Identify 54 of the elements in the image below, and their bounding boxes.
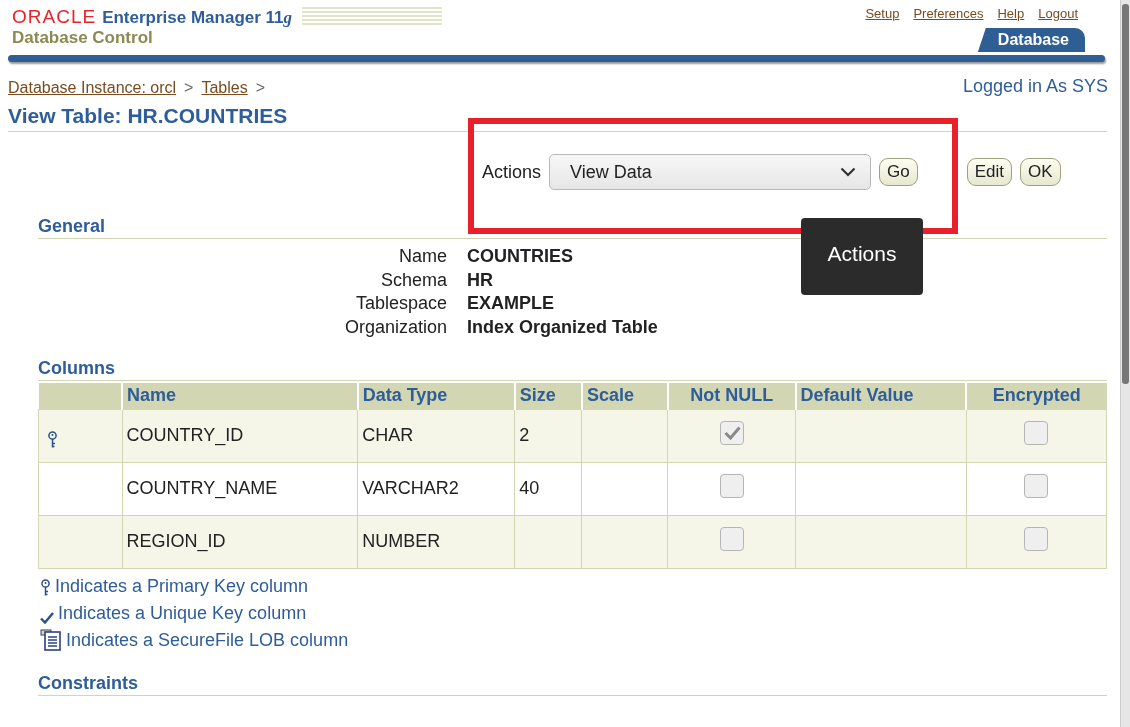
chevron-down-icon [840, 167, 857, 177]
column-header: Default Value [795, 382, 967, 410]
property-label: Tablespace [355, 292, 447, 316]
header-link[interactable]: Setup [865, 6, 900, 21]
scrollbar[interactable] [1120, 0, 1130, 727]
product-name: Enterprise Manager 11g [102, 8, 293, 28]
tab[interactable]: Database [977, 28, 1085, 52]
breadcrumb-link[interactable]: Database Instance: orcl [8, 79, 177, 97]
column-header: Not NULL [667, 382, 796, 410]
key-icon [47, 431, 58, 450]
table-cell: NUMBER [357, 515, 515, 569]
header-link[interactable]: Help [997, 6, 1025, 21]
table-cell: 2 [514, 409, 582, 463]
legend-text: Indicates a Unique Key column [58, 601, 307, 624]
breadcrumb-separator: > [255, 79, 266, 97]
tooltip: Actions [801, 218, 923, 295]
section-heading: Columns [38, 357, 1107, 381]
table-cell: COUNTRY_ID [122, 409, 358, 463]
property-label: Name [399, 245, 447, 268]
go-button[interactable]: Go [879, 158, 918, 186]
property-label: Organization [344, 316, 447, 340]
page-title: View Table: HR.COUNTRIES [8, 104, 1107, 132]
edit-button[interactable]: Edit [966, 158, 1012, 186]
property-value: HR [467, 268, 493, 292]
property-value: Index Organized Table [467, 316, 658, 340]
column-header: Name [122, 382, 358, 410]
table-cell: VARCHAR2 [357, 462, 515, 516]
ok-button[interactable]: OK [1020, 158, 1061, 186]
login-status: Logged in As SYS [962, 76, 1108, 97]
property-value: EXAMPLE [467, 292, 554, 316]
oracle-logo: ORACLE [12, 6, 97, 28]
table-cell: CHAR [357, 409, 515, 463]
breadcrumb-link[interactable]: Tables [201, 79, 248, 97]
actions-dropdown[interactable]: View Data [549, 154, 872, 190]
header-link[interactable]: Preferences [913, 6, 984, 21]
table-cell: REGION_ID [122, 515, 358, 569]
column-header: Data Type [357, 382, 515, 410]
section-heading: Constraints [38, 672, 1107, 696]
legend-text: Indicates a Primary Key column [55, 574, 309, 597]
key-icon [40, 578, 51, 597]
table-cell: COUNTRY_NAME [122, 462, 358, 516]
property-value: COUNTRIES [467, 245, 573, 268]
column-header: Encrypted [966, 382, 1107, 410]
actions-label: Actions [482, 161, 542, 183]
document-icon [40, 628, 62, 651]
property-label: Schema [380, 268, 447, 292]
column-header: Size [514, 382, 582, 410]
table-cell: 40 [514, 462, 582, 516]
check-icon [40, 611, 54, 624]
header-link[interactable]: Logout [1038, 6, 1078, 21]
legend-text: Indicates a SecureFile LOB column [66, 628, 349, 651]
product-subtitle: Database Control [12, 28, 153, 48]
breadcrumb-separator: > [184, 79, 194, 97]
column-header: Scale [581, 382, 668, 410]
